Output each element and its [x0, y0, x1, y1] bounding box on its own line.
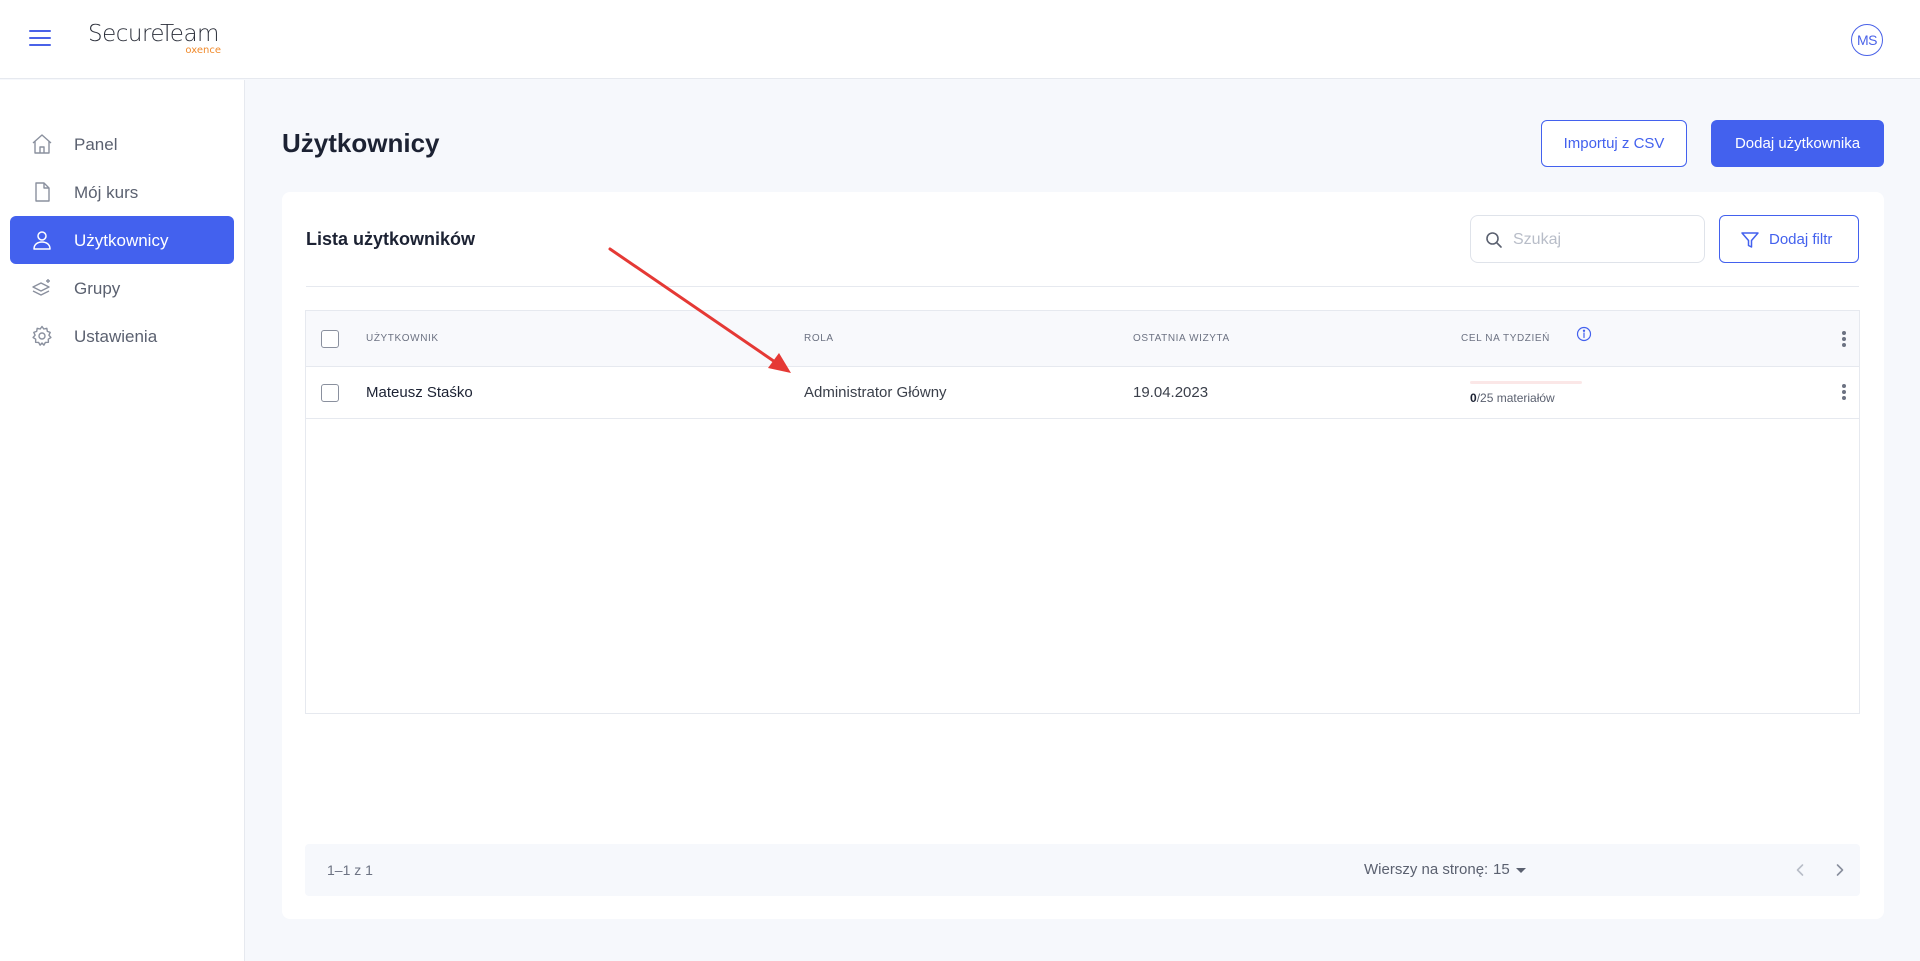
divider	[306, 286, 1859, 287]
rows-per-page-select[interactable]: 15	[1493, 861, 1510, 878]
users-card: Lista użytkowników Dodaj filtr Użytkowni…	[282, 192, 1884, 919]
gear-icon	[32, 325, 52, 346]
chevron-down-icon[interactable]	[1516, 868, 1526, 873]
hamburger-menu-icon[interactable]	[29, 28, 51, 48]
avatar[interactable]: MS	[1851, 24, 1883, 56]
sidebar-item-panel[interactable]: Panel	[10, 120, 234, 168]
user-icon	[33, 231, 51, 250]
user-role: Administrator Główny	[804, 384, 947, 401]
next-page-icon[interactable]	[1830, 860, 1850, 880]
sidebar: Panel Mój kurs Użytkownicy Grupy Ustawie…	[0, 80, 245, 961]
top-bar: SecureTeam oxence MS	[0, 0, 1920, 79]
table-header: Użytkownik Rola Ostatnia wizyta Cel na t…	[306, 311, 1859, 367]
previous-page-icon[interactable]	[1790, 860, 1810, 880]
sidebar-item-label: Grupy	[74, 279, 121, 298]
sidebar-item-label: Panel	[74, 135, 118, 154]
add-user-button[interactable]: Dodaj użytkownika	[1711, 120, 1884, 167]
search-box	[1470, 215, 1705, 263]
pagination-range: 1–1 z 1	[327, 862, 373, 878]
logo-main-text: SecureTeam	[88, 21, 219, 47]
search-input[interactable]	[1513, 228, 1693, 252]
sidebar-item-settings[interactable]: Ustawienia	[10, 312, 234, 360]
search-icon	[1486, 232, 1502, 248]
sidebar-item-groups[interactable]: Grupy	[10, 264, 234, 312]
add-filter-button[interactable]: Dodaj filtr	[1719, 215, 1859, 263]
columns-menu-icon[interactable]	[1834, 329, 1854, 349]
card-title: Lista użytkowników	[306, 229, 476, 249]
goal-progress-bar	[1470, 381, 1582, 384]
document-icon	[35, 182, 50, 202]
sidebar-item-label: Użytkownicy	[74, 231, 169, 250]
sidebar-item-label: Mój kurs	[74, 183, 139, 202]
rows-per-page-label: Wierszy na stronę:	[1364, 861, 1489, 878]
filter-icon	[1741, 232, 1759, 248]
users-table: Użytkownik Rola Ostatnia wizyta Cel na t…	[305, 310, 1860, 714]
user-name[interactable]: Mateusz Staśko	[366, 384, 473, 401]
row-checkbox[interactable]	[321, 384, 339, 402]
column-header-user[interactable]: Użytkownik	[366, 333, 439, 344]
layers-icon	[32, 279, 50, 296]
column-header-role[interactable]: Rola	[804, 333, 834, 344]
logo: SecureTeam oxence	[88, 21, 221, 58]
sidebar-item-label: Ustawienia	[74, 327, 158, 346]
import-csv-button[interactable]: Importuj z CSV	[1541, 120, 1687, 167]
row-menu-icon[interactable]	[1834, 382, 1854, 402]
column-header-last-visit[interactable]: Ostatnia wizyta	[1133, 333, 1230, 344]
goal-text: 0/25 materiałów	[1470, 391, 1555, 405]
home-icon	[32, 134, 52, 154]
pagination-bar: 1–1 z 1 Wierszy na stronę: 15	[305, 844, 1860, 896]
select-all-checkbox[interactable]	[321, 330, 339, 348]
add-filter-label: Dodaj filtr	[1769, 231, 1833, 248]
page-title: Użytkownicy	[282, 128, 440, 158]
column-header-weekly-goal[interactable]: Cel na tydzień	[1461, 333, 1550, 344]
sidebar-item-users[interactable]: Użytkownicy	[10, 216, 234, 264]
table-row[interactable]: Mateusz Staśko Administrator Główny 19.0…	[306, 367, 1859, 419]
info-icon[interactable]	[1576, 326, 1592, 342]
last-visit: 19.04.2023	[1133, 384, 1209, 401]
sidebar-item-my-course[interactable]: Mój kurs	[10, 168, 234, 216]
logo-sub-text: oxence	[185, 45, 221, 56]
